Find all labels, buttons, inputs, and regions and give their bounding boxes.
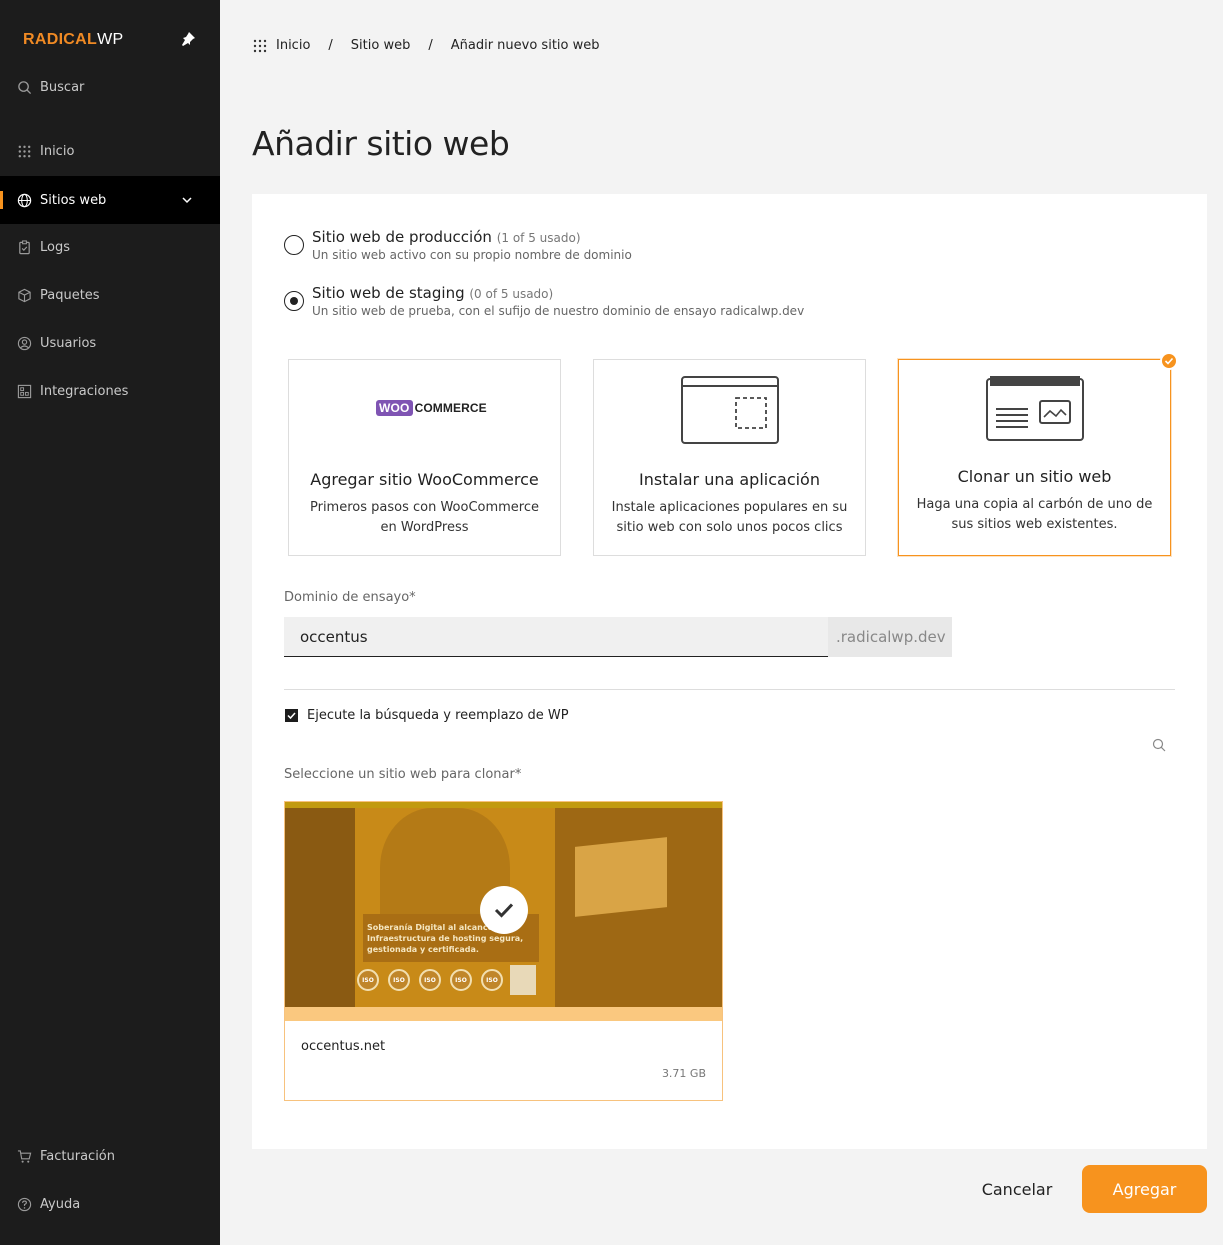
cancel-button[interactable]: Cancelar <box>968 1166 1066 1212</box>
breadcrumb: Inicio / Sitio web / Añadir nuevo sitio … <box>253 38 600 53</box>
checkmark-icon <box>287 712 296 720</box>
globe-icon <box>17 193 32 207</box>
iso-badge: ISO <box>450 969 472 991</box>
option-title: Agregar sitio WooCommerce <box>310 470 539 489</box>
clipboard-icon <box>19 239 30 254</box>
option-title: Instalar una aplicación <box>639 470 820 489</box>
sidebar-item-label: Logs <box>40 239 70 255</box>
selected-check-icon <box>1160 352 1178 370</box>
sidebar-search-label: Buscar <box>40 79 85 95</box>
search-icon <box>18 80 32 94</box>
sidebar-item-logs[interactable]: Logs <box>0 223 220 271</box>
thumbnail-band-bottom <box>285 1007 722 1021</box>
sidebar-item-label: Inicio <box>40 143 75 159</box>
site-name: occentus.net <box>301 1039 386 1054</box>
domain-input[interactable] <box>284 617 828 656</box>
sidebar-item-inicio[interactable]: Inicio <box>0 127 220 175</box>
domain-input-wrapper <box>284 617 828 657</box>
sidebar-item-facturacion[interactable]: Facturación <box>0 1132 220 1180</box>
option-woocommerce[interactable]: WOO COMMERCE Agregar sitio WooCommerce Pr… <box>288 359 561 556</box>
production-desc: Un sitio web activo con su propio nombre… <box>312 248 632 262</box>
staging-desc: Un sitio web de prueba, con el sufijo de… <box>312 304 805 318</box>
thumbnail-monitor <box>575 837 667 917</box>
browser-app-icon <box>681 376 779 444</box>
iso-badge: ISO <box>357 969 379 991</box>
cart-icon <box>17 1149 32 1163</box>
clone-site-icon <box>986 376 1084 441</box>
iso-badges: ISO ISO ISO ISO ISO <box>357 965 536 995</box>
option-clone-site[interactable]: Clonar un sitio web Haga una copia al ca… <box>898 352 1178 556</box>
apps-grid-icon[interactable] <box>253 39 267 53</box>
clone-site-tile[interactable]: Soberanía Digital al alcance. Infraestru… <box>284 801 723 1101</box>
ens-badge <box>510 965 536 995</box>
integrations-icon <box>17 384 32 398</box>
site-thumbnail: Soberanía Digital al alcance. Infraestru… <box>285 802 722 1021</box>
staging-title-text: Sitio web de staging <box>312 284 465 302</box>
domain-suffix: .radicalwp.dev <box>828 617 952 657</box>
staging-option[interactable]: Sitio web de staging (0 of 5 usado) Un s… <box>284 284 804 318</box>
sidebar-item-label: Sitios web <box>40 192 107 208</box>
sidebar-item-ayuda[interactable]: Ayuda <box>0 1180 220 1228</box>
search-replace-option[interactable]: Ejecute la búsqueda y reemplazo de WP <box>285 708 569 723</box>
sidebar-search[interactable]: Buscar <box>0 63 220 111</box>
staging-title: Sitio web de staging (0 of 5 usado) <box>312 284 804 302</box>
clone-select-label: Seleccione un sitio web para clonar* <box>284 767 522 782</box>
option-title: Clonar un sitio web <box>957 467 1112 486</box>
production-option[interactable]: Sitio web de producción (1 of 5 usado) U… <box>284 228 632 262</box>
sidebar-item-usuarios[interactable]: Usuarios <box>0 319 220 367</box>
pin-icon[interactable] <box>180 31 196 47</box>
option-desc: Instale aplicaciones populares en su sit… <box>611 500 848 535</box>
brand-part2: WP <box>97 31 124 48</box>
woocommerce-logo-box: WOO <box>376 400 413 416</box>
sidebar-item-integraciones[interactable]: Integraciones <box>0 367 220 415</box>
staging-radio[interactable] <box>284 291 304 311</box>
selected-check-icon <box>480 886 528 934</box>
chevron-down-icon[interactable] <box>181 194 193 206</box>
sidebar-item-label: Facturación <box>40 1148 115 1164</box>
option-desc: Haga una copia al carbón de uno de sus s… <box>916 497 1153 532</box>
iso-badge: ISO <box>419 969 441 991</box>
add-site-form: Sitio web de producción (1 of 5 usado) U… <box>252 194 1207 1149</box>
sidebar-item-paquetes[interactable]: Paquetes <box>0 271 220 319</box>
thumbnail-shade <box>285 808 355 1007</box>
domain-label: Dominio de ensayo* <box>284 590 416 605</box>
user-icon <box>17 336 32 350</box>
staging-usage: (0 of 5 usado) <box>469 287 554 301</box>
sidebar-item-label: Usuarios <box>40 335 97 351</box>
divider <box>284 689 1175 690</box>
brand-logo[interactable]: RADICALWP <box>23 31 123 49</box>
site-size: 3.71 GB <box>661 1067 706 1080</box>
package-icon <box>18 288 31 302</box>
sidebar-item-sitios-web[interactable]: Sitios web <box>0 176 220 224</box>
production-title-text: Sitio web de producción <box>312 228 492 246</box>
brand-part1: RADICAL <box>23 31 98 48</box>
production-usage: (1 of 5 usado) <box>496 231 581 245</box>
option-install-app[interactable]: Instalar una aplicación Instale aplicaci… <box>593 359 866 556</box>
breadcrumb-separator: / <box>428 38 433 53</box>
search-icon[interactable] <box>1152 738 1166 752</box>
grid-icon <box>18 145 31 157</box>
help-icon <box>17 1197 32 1211</box>
sidebar-item-label: Integraciones <box>40 383 129 399</box>
iso-badge: ISO <box>481 969 503 991</box>
breadcrumb-separator: / <box>328 38 333 53</box>
production-title: Sitio web de producción (1 of 5 usado) <box>312 228 632 246</box>
breadcrumb-sitio-web[interactable]: Sitio web <box>351 38 411 53</box>
production-radio[interactable] <box>284 235 304 255</box>
iso-badge: ISO <box>388 969 410 991</box>
search-replace-checkbox[interactable] <box>285 709 298 722</box>
breadcrumb-inicio[interactable]: Inicio <box>276 38 310 53</box>
add-button[interactable]: Agregar <box>1082 1165 1207 1213</box>
woocommerce-logo-text: COMMERCE <box>414 401 487 415</box>
sidebar: RADICALWP Buscar Inicio Sitios web Logs … <box>0 0 220 1245</box>
page-title: Añadir sitio web <box>252 124 510 163</box>
breadcrumb-current: Añadir nuevo sitio web <box>450 38 600 53</box>
search-replace-label: Ejecute la búsqueda y reemplazo de WP <box>307 708 569 723</box>
sidebar-item-label: Ayuda <box>40 1196 81 1212</box>
woocommerce-logo: WOO COMMERCE <box>376 400 487 416</box>
option-desc: Primeros pasos con WooCommerce en WordPr… <box>309 500 540 535</box>
sidebar-item-label: Paquetes <box>40 287 100 303</box>
